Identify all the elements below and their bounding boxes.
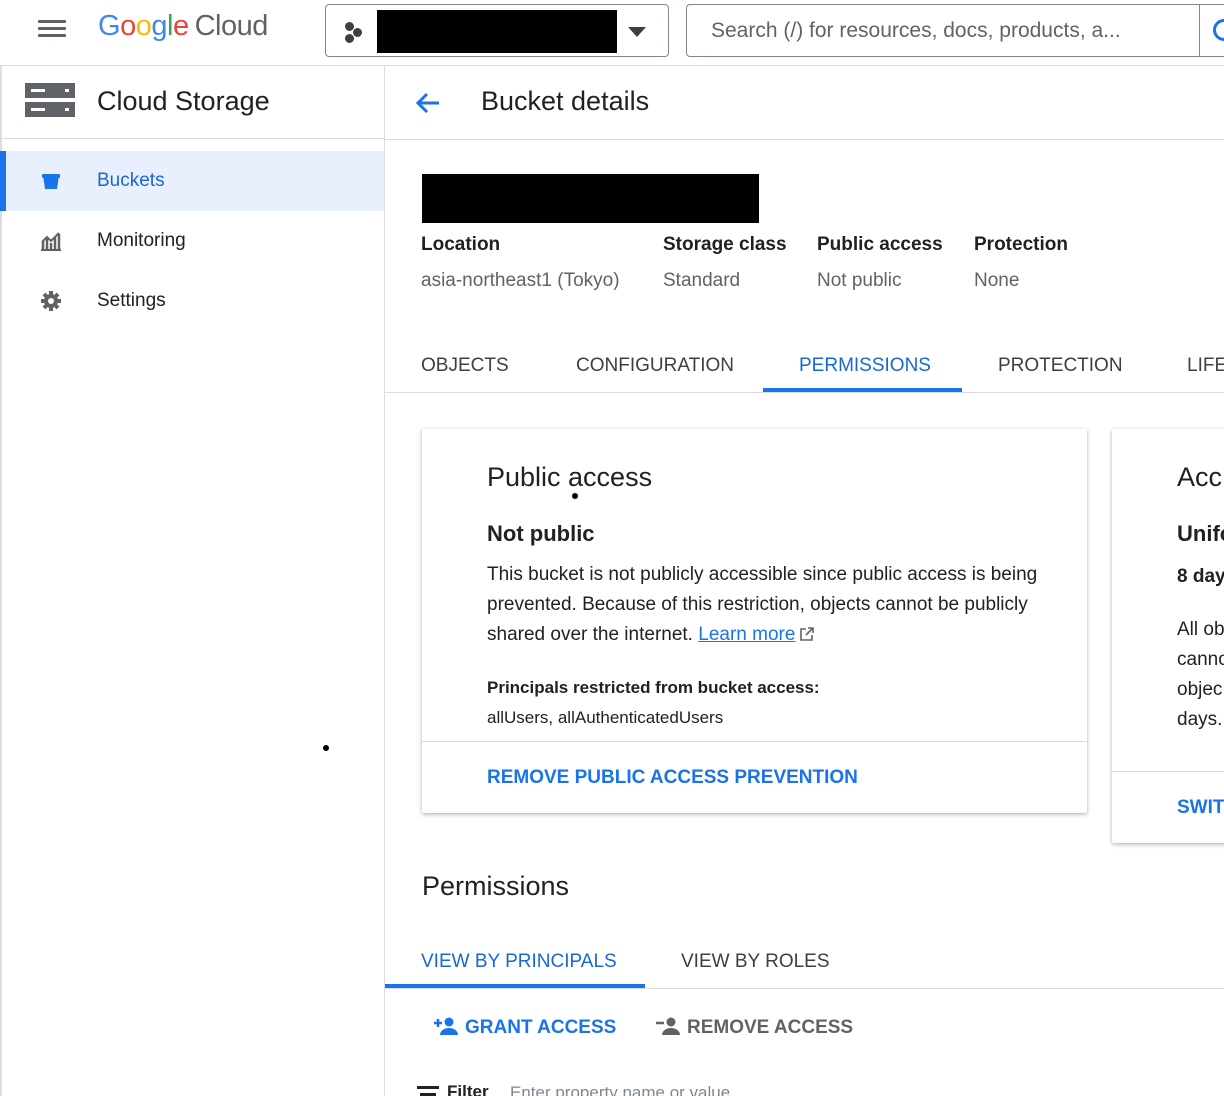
page-header: Bucket details xyxy=(385,66,1224,140)
protection-info: Protection None xyxy=(974,234,1068,292)
search-input[interactable] xyxy=(688,6,1198,55)
remove-access-label: REMOVE ACCESS xyxy=(687,1017,854,1038)
project-picker[interactable] xyxy=(325,4,669,57)
description-line: objec xyxy=(1177,679,1223,700)
tab-configuration[interactable]: CONFIGURATION xyxy=(576,355,734,377)
sidebar-nav: Buckets Monitoring Settings xyxy=(0,151,384,331)
bucket-icon xyxy=(42,174,60,189)
location-label: Location xyxy=(421,234,501,255)
public-access-description: This bucket is not publicly accessible s… xyxy=(487,560,1067,650)
sidebar-item-monitoring[interactable]: Monitoring xyxy=(2,211,384,271)
filter-label: Filter xyxy=(447,1082,489,1096)
back-arrow-icon[interactable] xyxy=(413,88,443,118)
caret-down-icon xyxy=(628,27,646,37)
sidebar-item-buckets[interactable]: Buckets xyxy=(0,151,384,211)
public-access-status: Not public xyxy=(487,521,595,546)
active-tab-indicator xyxy=(385,984,645,988)
protection-value: None xyxy=(974,270,1020,291)
permissions-tabs: VIEW BY PRINCIPALS VIEW BY ROLES xyxy=(385,936,1224,989)
sidebar-item-label: Monitoring xyxy=(97,230,186,251)
sidebar-item-settings[interactable]: Settings xyxy=(2,271,384,331)
grant-access-label: GRANT ACCESS xyxy=(465,1017,617,1038)
storage-class-value: Standard xyxy=(663,270,741,291)
search-divider xyxy=(1199,5,1200,56)
main-menu-icon[interactable] xyxy=(32,16,72,44)
grant-access-button[interactable]: GRANT ACCESS xyxy=(433,1016,616,1039)
description-line: All ob xyxy=(1177,619,1224,640)
public-access-info: Public access Not public xyxy=(817,234,943,292)
filter-input[interactable] xyxy=(510,1080,1010,1096)
switch-access-control-button[interactable]: SWIT xyxy=(1177,797,1224,819)
card-title: Public access xyxy=(487,462,653,492)
access-control-description: All ob canno objec days. xyxy=(1177,615,1224,735)
cursor-dot xyxy=(323,745,329,751)
protection-label: Protection xyxy=(974,234,1068,255)
page-title: Bucket details xyxy=(481,86,650,116)
filter-bar: Filter xyxy=(415,1080,1215,1096)
add-person-icon xyxy=(434,1017,458,1035)
remove-public-access-prevention-button[interactable]: REMOVE PUBLIC ACCESS PREVENTION xyxy=(487,767,858,789)
sidebar-header: Cloud Storage xyxy=(2,66,384,139)
access-control-card: Acc Unifo 8 day All ob canno objec days.… xyxy=(1112,429,1224,843)
google-cloud-logo[interactable]: Google Cloud xyxy=(98,10,268,43)
cursor-dot xyxy=(572,493,578,499)
description-line: canno xyxy=(1177,649,1224,670)
active-tab-indicator xyxy=(763,388,962,392)
permissions-title: Permissions xyxy=(422,871,570,901)
card-divider xyxy=(1112,771,1224,772)
public-access-card: Public access Not public This bucket is … xyxy=(422,429,1087,813)
principals-label: Principals restricted from bucket access… xyxy=(487,678,820,697)
monitoring-icon xyxy=(41,232,61,251)
sidebar-title: Cloud Storage xyxy=(97,86,270,116)
access-control-type: Unifo xyxy=(1177,521,1224,546)
tab-view-by-roles[interactable]: VIEW BY ROLES xyxy=(681,951,830,973)
tab-objects[interactable]: OBJECTS xyxy=(421,355,509,377)
external-link-icon[interactable] xyxy=(799,626,815,642)
redacted-bucket-name xyxy=(422,174,759,223)
access-control-days: 8 day xyxy=(1177,566,1224,587)
location-info: Location asia-northeast1 (Tokyo) xyxy=(421,234,620,292)
sidebar-item-label: Buckets xyxy=(97,170,165,191)
remove-access-button[interactable]: REMOVE ACCESS xyxy=(655,1016,853,1039)
project-icon xyxy=(344,20,368,44)
public-access-label: Public access xyxy=(817,234,943,255)
description-line: days. xyxy=(1177,709,1223,730)
search-icon[interactable] xyxy=(1213,19,1224,41)
sidebar: Cloud Storage Buckets Monitoring Setting… xyxy=(0,66,385,1096)
filter-icon xyxy=(417,1086,439,1096)
bucket-tabs: OBJECTS CONFIGURATION PERMISSIONS PROTEC… xyxy=(385,340,1224,393)
location-value: asia-northeast1 (Tokyo) xyxy=(421,270,620,291)
learn-more-link[interactable]: Learn more xyxy=(698,624,795,645)
storage-class-label: Storage class xyxy=(663,234,787,255)
card-divider xyxy=(422,741,1087,742)
sidebar-item-label: Settings xyxy=(97,290,166,311)
card-title: Acc xyxy=(1177,462,1223,492)
remove-person-icon xyxy=(656,1017,680,1035)
search-box[interactable] xyxy=(686,4,1224,57)
tab-permissions[interactable]: PERMISSIONS xyxy=(799,355,931,377)
storage-class-info: Storage class Standard xyxy=(663,234,787,292)
top-bar: Google Cloud xyxy=(0,0,1224,66)
gear-icon xyxy=(41,291,61,311)
cloud-storage-icon xyxy=(25,83,75,119)
tab-view-by-principals[interactable]: VIEW BY PRINCIPALS xyxy=(421,951,617,973)
main-content: Bucket details Location asia-northeast1 … xyxy=(385,66,1224,1096)
public-access-value: Not public xyxy=(817,270,902,291)
tab-protection[interactable]: PROTECTION xyxy=(998,355,1123,377)
principals-value: allUsers, allAuthenticatedUsers xyxy=(487,708,724,727)
redacted-project-name xyxy=(377,10,617,53)
tab-lifecycle[interactable]: LIFE xyxy=(1187,355,1224,377)
